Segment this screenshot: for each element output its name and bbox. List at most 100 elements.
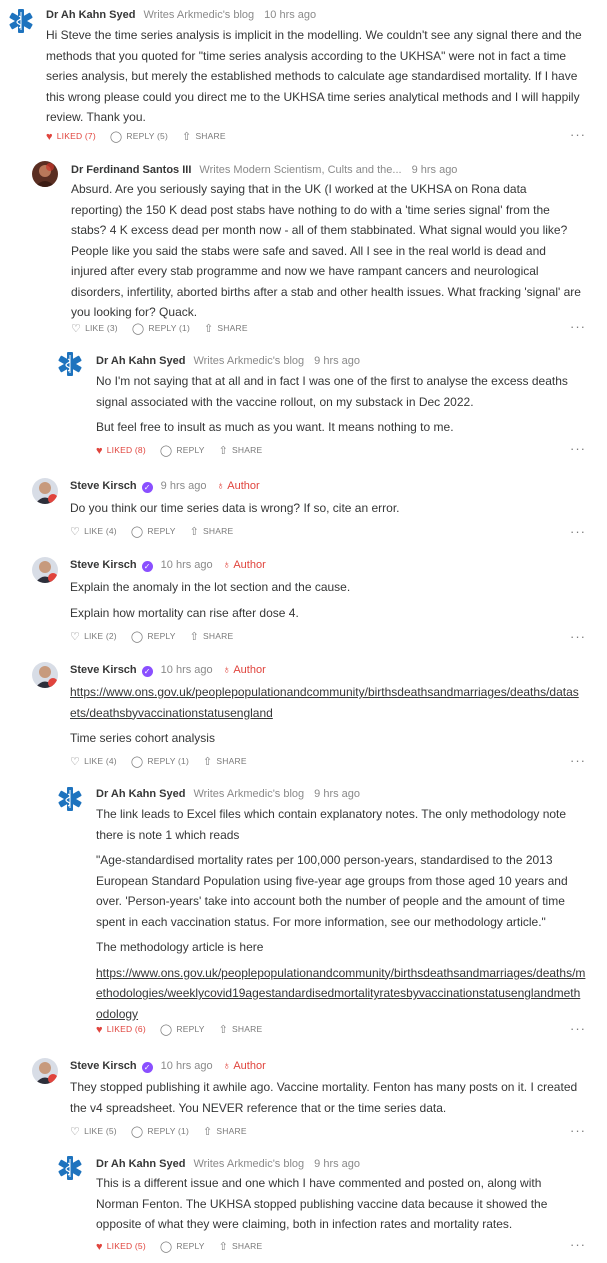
avatar[interactable] xyxy=(57,1155,83,1181)
avatar[interactable] xyxy=(57,351,83,377)
star-of-life-icon xyxy=(9,9,33,33)
more-options-icon[interactable]: ··· xyxy=(570,1123,586,1138)
comment-body: This is a different issue and one which … xyxy=(96,1173,586,1235)
comment-time[interactable]: 10 hrs ago xyxy=(161,1060,213,1072)
share-button[interactable]: ⇧ SHARE xyxy=(219,444,263,457)
like-button[interactable]: ♡ LIKE (2) xyxy=(70,630,117,643)
comment-time[interactable]: 9 hrs ago xyxy=(314,1158,360,1170)
avatar[interactable] xyxy=(32,478,58,504)
reply-button[interactable]: ◯ REPLY xyxy=(160,1240,205,1253)
heart-outline-icon: ♡ xyxy=(70,631,81,643)
comment-body: Hi Steve the time series analysis is imp… xyxy=(46,25,586,128)
comment-text: "Age-standardised mortality rates per 10… xyxy=(96,853,568,929)
like-button[interactable]: ♥ LIKED (8) xyxy=(96,444,146,457)
more-options-icon[interactable]: ··· xyxy=(570,524,586,539)
comment-body: They stopped publishing it awhile ago. V… xyxy=(70,1077,585,1118)
like-button[interactable]: ♥ LIKED (6) xyxy=(96,1023,146,1036)
comment-time[interactable]: 10 hrs ago xyxy=(161,559,213,571)
comment-body: Explain the anomaly in the lot section a… xyxy=(70,577,580,623)
like-button[interactable]: ♡ LIKE (5) xyxy=(70,1125,117,1138)
share-button[interactable]: ⇧ SHARE xyxy=(182,130,226,143)
share-button[interactable]: ⇧ SHARE xyxy=(190,525,234,538)
commenter-name[interactable]: Dr Ah Kahn Syed xyxy=(46,9,135,21)
author-badge: ♁ Author xyxy=(222,1060,266,1072)
comment-header: Dr Ah Kahn Syed Writes Arkmedic's blog 9 h… xyxy=(96,354,360,368)
commenter-name[interactable]: Steve Kirsch xyxy=(70,664,137,676)
like-button[interactable]: ♡ LIKE (3) xyxy=(71,322,118,335)
commenter-blog[interactable]: Writes Modern Scientism, Cults and the..… xyxy=(199,164,401,176)
like-button[interactable]: ♥ LIKED (5) xyxy=(96,1240,146,1253)
more-options-icon[interactable]: ··· xyxy=(570,629,586,644)
commenter-name[interactable]: Dr Ah Kahn Syed xyxy=(96,355,185,367)
commenter-name[interactable]: Dr Ferdinand Santos III xyxy=(71,164,191,176)
commenter-blog[interactable]: Writes Arkmedic's blog xyxy=(193,355,304,367)
speech-bubble-icon: ◯ xyxy=(130,1126,144,1138)
avatar[interactable] xyxy=(32,662,58,688)
share-button[interactable]: ⇧ SHARE xyxy=(203,1125,247,1138)
author-badge: ♁ Author xyxy=(222,664,266,676)
avatar[interactable] xyxy=(8,8,34,34)
comment-time[interactable]: 10 hrs ago xyxy=(161,664,213,676)
author-badge: ♁ Author xyxy=(222,559,266,571)
commenter-name[interactable]: Steve Kirsch xyxy=(70,559,137,571)
comment-header: Dr Ah Kahn Syed Writes Arkmedic's blog 9 h… xyxy=(96,787,360,801)
commenter-name[interactable]: Dr Ah Kahn Syed xyxy=(96,788,185,800)
more-options-icon[interactable]: ··· xyxy=(570,441,586,456)
reply-button[interactable]: ◯ REPLY (1) xyxy=(131,1125,189,1138)
commenter-name[interactable]: Steve Kirsch xyxy=(70,1060,137,1072)
commenter-blog[interactable]: Writes Arkmedic's blog xyxy=(193,788,304,800)
reply-button[interactable]: ◯ REPLY xyxy=(160,1023,205,1036)
commenter-blog[interactable]: Writes Arkmedic's blog xyxy=(143,9,254,21)
comment-time[interactable]: 9 hrs ago xyxy=(412,164,458,176)
reply-button[interactable]: ◯ REPLY xyxy=(131,630,176,643)
commenter-blog[interactable]: Writes Arkmedic's blog xyxy=(193,1158,304,1170)
comment-time[interactable]: 10 hrs ago xyxy=(264,9,316,21)
reply-button[interactable]: ◯ REPLY (5) xyxy=(110,130,168,143)
comment-link[interactable]: https://www.ons.gov.uk/peoplepopulationa… xyxy=(96,966,585,1021)
comment-text: Explain the anomaly in the lot section a… xyxy=(70,580,351,594)
more-options-icon[interactable]: ··· xyxy=(570,127,586,142)
commenter-name[interactable]: Steve Kirsch xyxy=(70,480,137,492)
avatar[interactable] xyxy=(57,786,83,812)
like-button[interactable]: ♡ LIKE (4) xyxy=(70,755,117,768)
comment-time[interactable]: 9 hrs ago xyxy=(314,355,360,367)
more-options-icon[interactable]: ··· xyxy=(570,1237,586,1252)
avatar[interactable] xyxy=(32,1058,58,1084)
reply-button[interactable]: ◯ REPLY (1) xyxy=(132,322,190,335)
share-button[interactable]: ⇧ SHARE xyxy=(190,630,234,643)
comment-text: The methodology article is here xyxy=(96,940,264,954)
avatar[interactable] xyxy=(32,161,58,187)
comment-text: They stopped publishing it awhile ago. V… xyxy=(70,1080,578,1115)
comment-text: This is a different issue and one which … xyxy=(96,1176,548,1231)
comment-actions: ♡ LIKE (4) ◯ REPLY ⇧ SHARE xyxy=(70,525,247,538)
avatar[interactable] xyxy=(32,557,58,583)
star-of-life-icon xyxy=(58,352,82,376)
reply-button[interactable]: ◯ REPLY xyxy=(160,444,205,457)
share-button[interactable]: ⇧ SHARE xyxy=(219,1023,263,1036)
comment-time[interactable]: 9 hrs ago xyxy=(161,480,207,492)
more-options-icon[interactable]: ··· xyxy=(570,1021,586,1036)
author-icon: ♁ xyxy=(222,559,231,571)
comment-link[interactable]: https://www.ons.gov.uk/peoplepopulationa… xyxy=(70,685,579,720)
share-icon: ⇧ xyxy=(204,323,214,335)
like-button[interactable]: ♥ LIKED (7) xyxy=(46,130,96,143)
share-button[interactable]: ⇧ SHARE xyxy=(219,1240,263,1253)
speech-bubble-icon: ◯ xyxy=(130,756,144,768)
share-button[interactable]: ⇧ SHARE xyxy=(204,322,248,335)
heart-outline-icon: ♡ xyxy=(71,323,82,335)
more-options-icon[interactable]: ··· xyxy=(570,319,586,334)
comment-text: https://www.ons.gov.uk/peoplepopulationa… xyxy=(70,682,585,723)
speech-bubble-icon: ◯ xyxy=(109,131,123,143)
like-button[interactable]: ♡ LIKE (4) xyxy=(70,525,117,538)
comment-header: Steve Kirsch ✓ 10 hrs ago ♁ Author xyxy=(70,558,266,572)
comment-time[interactable]: 9 hrs ago xyxy=(314,788,360,800)
comment-text: The link leads to Excel files which cont… xyxy=(96,807,567,842)
more-options-icon[interactable]: ··· xyxy=(570,753,586,768)
reply-button[interactable]: ◯ REPLY xyxy=(131,525,176,538)
share-icon: ⇧ xyxy=(189,631,200,643)
author-badge: ♁ Author xyxy=(216,480,260,492)
reply-button[interactable]: ◯ REPLY (1) xyxy=(131,755,189,768)
share-icon: ⇧ xyxy=(182,131,192,143)
share-button[interactable]: ⇧ SHARE xyxy=(203,755,247,768)
commenter-name[interactable]: Dr Ah Kahn Syed xyxy=(96,1158,185,1170)
